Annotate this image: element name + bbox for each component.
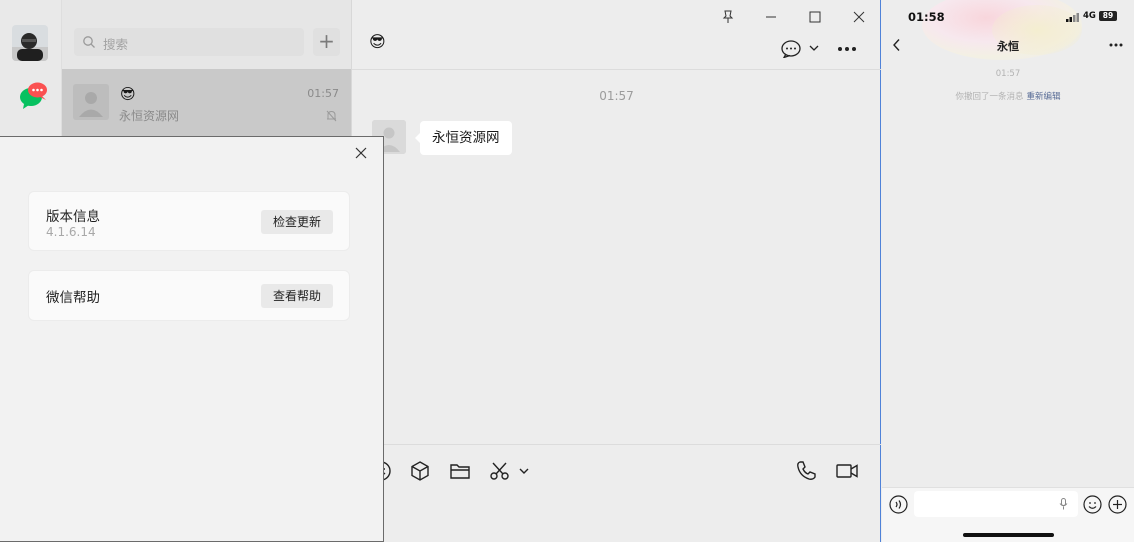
maximize-icon[interactable] (808, 10, 822, 24)
chat-bubble-icon[interactable] (781, 40, 801, 58)
mute-bell-icon (326, 110, 337, 122)
conversation-title: 😎 (369, 32, 386, 51)
recall-notice: 你撤回了一条消息 重新编辑 (882, 90, 1134, 102)
contact-avatar (73, 84, 109, 120)
contact-name-emoji: 😎 (120, 85, 136, 103)
more-icon[interactable] (837, 46, 857, 52)
input-toolbar (352, 444, 881, 542)
search-placeholder: 搜索 (103, 37, 129, 52)
scissors-icon[interactable] (489, 460, 511, 482)
signal-icon (1066, 13, 1079, 22)
reedit-link[interactable]: 重新编辑 (1027, 92, 1061, 102)
chat-time: 01:57 (307, 87, 339, 100)
check-update-button[interactable]: 检查更新 (261, 210, 333, 234)
message-timestamp: 01:57 (599, 89, 634, 103)
conversation-window: 😎 01:57 永恒资源网 (352, 0, 881, 542)
avatar[interactable] (12, 25, 48, 61)
phone-message-input[interactable] (914, 491, 1078, 517)
phone-icon[interactable] (795, 460, 817, 482)
close-icon[interactable] (355, 147, 367, 159)
voice-icon[interactable] (889, 495, 908, 514)
phone-screen: 01:58 4G 89 永恒 01:57 你撤回了一条消息 重新编辑 (882, 0, 1134, 542)
status-clock: 01:58 (908, 10, 945, 24)
pin-icon[interactable] (721, 10, 735, 24)
message-bubble[interactable]: 永恒资源网 (415, 121, 512, 155)
battery-badge: 89 (1099, 11, 1117, 21)
home-indicator (963, 533, 1054, 537)
version-label: 版本信息 (46, 209, 100, 225)
chat-list-item[interactable]: 😎 01:57 永恒资源网 (62, 69, 351, 136)
phone-message-time: 01:57 (995, 69, 1021, 79)
add-button[interactable]: + (313, 28, 340, 56)
version-value: 4.1.6.14 (46, 225, 96, 239)
chevron-down-icon[interactable] (809, 44, 819, 52)
chat-icon[interactable] (19, 80, 49, 110)
search-input[interactable]: 搜索 (74, 28, 304, 56)
conversation-header (352, 0, 881, 70)
more-icon[interactable] (1109, 43, 1123, 47)
mic-icon[interactable] (1059, 498, 1068, 510)
network-label: 4G (1083, 11, 1096, 21)
contact-name: 永恒 (997, 40, 1019, 53)
minimize-icon[interactable] (764, 10, 778, 24)
emoji-icon[interactable] (1083, 495, 1102, 514)
close-icon[interactable] (852, 10, 866, 24)
search-icon (83, 36, 95, 48)
chat-preview: 永恒资源网 (119, 109, 180, 123)
help-card: 微信帮助 查看帮助 (28, 270, 350, 321)
folder-icon[interactable] (449, 460, 471, 482)
version-card: 版本信息 4.1.6.14 检查更新 (28, 191, 350, 251)
chevron-down-icon[interactable] (518, 466, 530, 476)
view-help-button[interactable]: 查看帮助 (261, 284, 333, 308)
add-icon[interactable] (1108, 495, 1127, 514)
box-icon[interactable] (409, 460, 431, 482)
recall-text: 你撤回了一条消息 (955, 92, 1024, 102)
video-call-icon[interactable] (836, 460, 858, 482)
help-label: 微信帮助 (46, 290, 100, 306)
about-popup: 版本信息 4.1.6.14 检查更新 微信帮助 查看帮助 (0, 136, 384, 542)
